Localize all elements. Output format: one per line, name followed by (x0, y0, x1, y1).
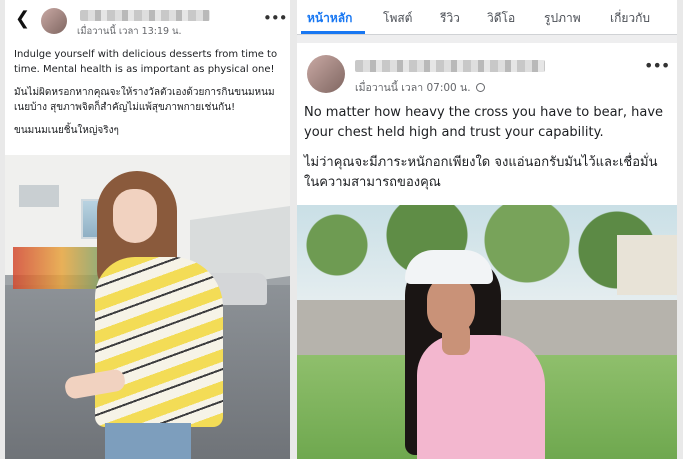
avatar[interactable] (307, 55, 345, 93)
post-text-english: Indulge yourself with delicious desserts… (14, 49, 278, 75)
author-name-blurred[interactable] (355, 60, 545, 72)
globe-icon (475, 83, 485, 92)
section-divider (297, 35, 677, 43)
tab-about[interactable]: เกี่ยวกับ (610, 9, 650, 28)
more-options-icon[interactable]: ••• (263, 11, 288, 26)
post-timestamp[interactable]: เมื่อวานนี้ เวลา 13:19 น. (77, 24, 182, 39)
tab-videos[interactable]: วิดีโอ (487, 9, 515, 28)
post-header: ❮ เมื่อวานนี้ เวลา 13:19 น. ••• (5, 0, 290, 40)
author-name-blurred[interactable] (80, 10, 210, 21)
tab-photos[interactable]: รูปภาพ (544, 9, 581, 28)
right-post-card: หน้าหลัก โพสต์ รีวิว วิดีโอ รูปภาพ เกี่ย… (297, 0, 677, 459)
tab-home[interactable]: หน้าหลัก (307, 9, 352, 28)
post-text-thai-caption: ขนมนมเนยชิ้นใหญ่จริงๆ (14, 125, 119, 136)
photo-person-face (113, 189, 157, 243)
tab-posts[interactable]: โพสต์ (383, 9, 412, 28)
avatar[interactable] (41, 8, 67, 34)
post-text-english: No matter how heavy the cross you have t… (304, 105, 664, 140)
photo-person-jeans (105, 423, 191, 459)
photo-person-hand (442, 323, 470, 355)
post-text-thai: มันไม่ผิดหรอกหากคุณจะให้รางวัลตัวเองด้วย… (14, 87, 275, 113)
page-tabs: หน้าหลัก โพสต์ รีวิว วิดีโอ รูปภาพ เกี่ย… (297, 0, 677, 35)
photo-person-shirt (95, 257, 223, 427)
back-button[interactable]: ❮ (15, 9, 30, 29)
photo-person-cap (405, 250, 493, 284)
photo-person-shirt (417, 335, 545, 459)
active-tab-indicator (301, 31, 365, 34)
post-body: Indulge yourself with delicious desserts… (14, 47, 282, 146)
photo-window (19, 185, 59, 207)
post-body: No matter how heavy the cross you have t… (304, 103, 672, 201)
post-timestamp-row: เมื่อวานนี้ เวลา 07:00 น. (355, 79, 485, 96)
tab-reviews[interactable]: รีวิว (440, 9, 460, 28)
post-text-thai: ไม่ว่าคุณจะมีภาระหนักอกเพียงใด จงแอ่นอกร… (304, 155, 658, 190)
photo-building (617, 235, 677, 295)
post-photo[interactable] (5, 155, 290, 459)
left-post-card: ❮ เมื่อวานนี้ เวลา 13:19 น. ••• Indulge … (5, 0, 290, 459)
more-options-icon[interactable]: ••• (644, 58, 670, 74)
post-photo[interactable] (297, 205, 677, 459)
post-timestamp[interactable]: เมื่อวานนี้ เวลา 07:00 น. (355, 82, 471, 94)
